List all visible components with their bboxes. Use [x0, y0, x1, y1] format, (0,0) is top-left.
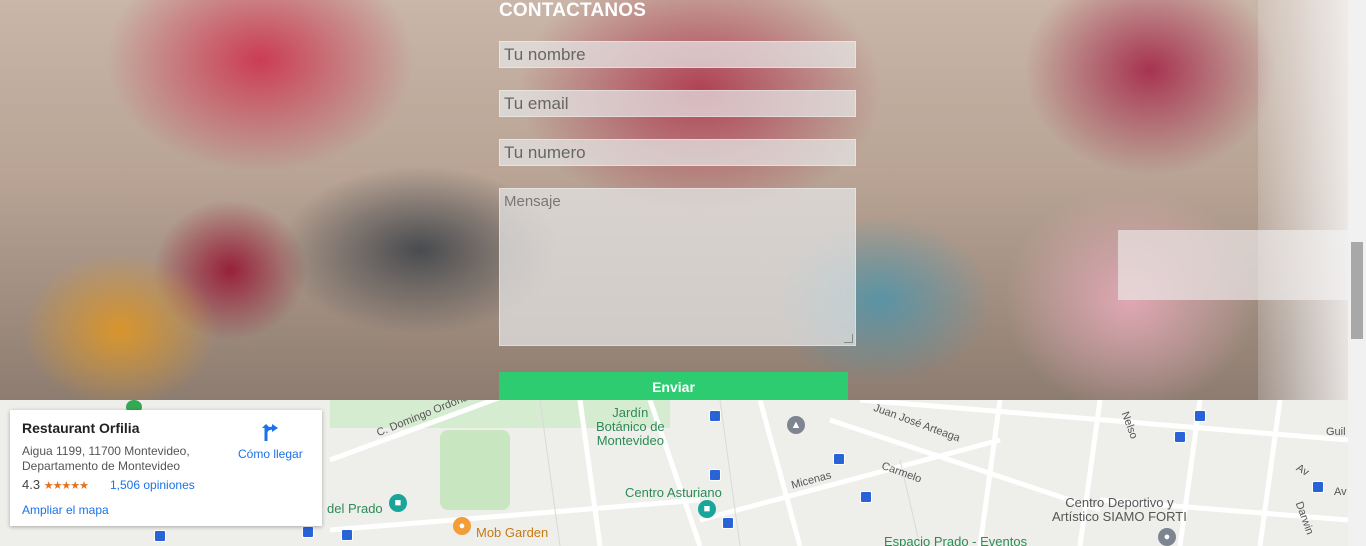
label-av: Av	[1334, 486, 1347, 498]
bus-stop-icon[interactable]	[860, 491, 872, 503]
name-field[interactable]: Tu nombre	[499, 41, 856, 68]
message-placeholder: Mensaje	[504, 193, 561, 210]
bus-stop-icon[interactable]	[302, 526, 314, 538]
museum-pin-icon[interactable]: ■	[698, 500, 716, 518]
bus-stop-icon[interactable]	[722, 517, 734, 529]
background-window	[1258, 0, 1348, 400]
directions-icon[interactable]	[260, 422, 282, 444]
label-centro-asturiano: Centro Asturiano	[625, 485, 722, 500]
phone-field[interactable]: Tu numero	[499, 139, 856, 166]
label-mob-garden: Mob Garden	[476, 525, 549, 540]
food-pin-icon[interactable]: ●	[453, 517, 471, 535]
label-del-prado: del Prado	[327, 501, 383, 516]
bus-stop-icon[interactable]	[1194, 410, 1206, 422]
message-field[interactable]: Mensaje	[499, 188, 856, 346]
rating-value: 4.3	[22, 477, 41, 492]
label-centro-deportivo-text: Centro Deportivo y Artístico SIAMO FORTI	[1052, 495, 1187, 524]
resize-handle-icon[interactable]	[844, 334, 853, 343]
bus-stop-icon[interactable]	[709, 469, 721, 481]
larger-map-link[interactable]: Ampliar el mapa	[22, 503, 109, 517]
reviews-link[interactable]: 1,506 opiniones	[110, 478, 195, 492]
bus-stop-icon[interactable]	[1312, 481, 1324, 493]
place-name: Restaurant Orfilia	[22, 420, 140, 436]
bus-stop-icon[interactable]	[1174, 431, 1186, 443]
scrollbar-thumb[interactable]	[1351, 242, 1363, 339]
bus-stop-icon[interactable]	[833, 453, 845, 465]
label-jardin-botanico: Jardín Botánico de Montevideo	[596, 406, 665, 448]
label-guil: Guil	[1326, 426, 1346, 438]
museum-pin-icon[interactable]: ■	[389, 494, 407, 512]
place-address: Aigua 1199, 11700 Montevideo, Departamen…	[22, 444, 190, 473]
send-button[interactable]: Enviar	[499, 372, 848, 400]
bus-stop-icon[interactable]	[154, 530, 166, 542]
bus-stop-icon[interactable]	[709, 410, 721, 422]
email-field[interactable]: Tu email	[499, 90, 856, 117]
page-scrollbar[interactable]	[1348, 0, 1366, 546]
label-centro-deportivo: Centro Deportivo y Artístico SIAMO FORTI	[1052, 496, 1187, 524]
bus-stop-icon[interactable]	[341, 529, 353, 541]
rating-stars-icon: ★★★★★	[43, 480, 89, 492]
place-pin-icon[interactable]: ●	[1158, 528, 1176, 546]
place-card: Restaurant Orfilia Aigua 1199, 11700 Mon…	[10, 410, 322, 526]
label-espacio-prado: Espacio Prado - Eventos	[884, 534, 1028, 546]
park-area	[440, 430, 510, 510]
contact-title: CONTACTANOS	[499, 0, 647, 21]
hero-background: CONTACTANOS Tu nombre Tu email Tu numero…	[0, 0, 1348, 400]
place-rating: 4.3 ★★★★★	[22, 477, 89, 492]
label-jardin-line: Jardín Botánico de Montevideo	[596, 405, 665, 448]
university-pin-icon[interactable]: ▲	[787, 416, 805, 434]
directions-link[interactable]: Cómo llegar	[238, 447, 303, 461]
